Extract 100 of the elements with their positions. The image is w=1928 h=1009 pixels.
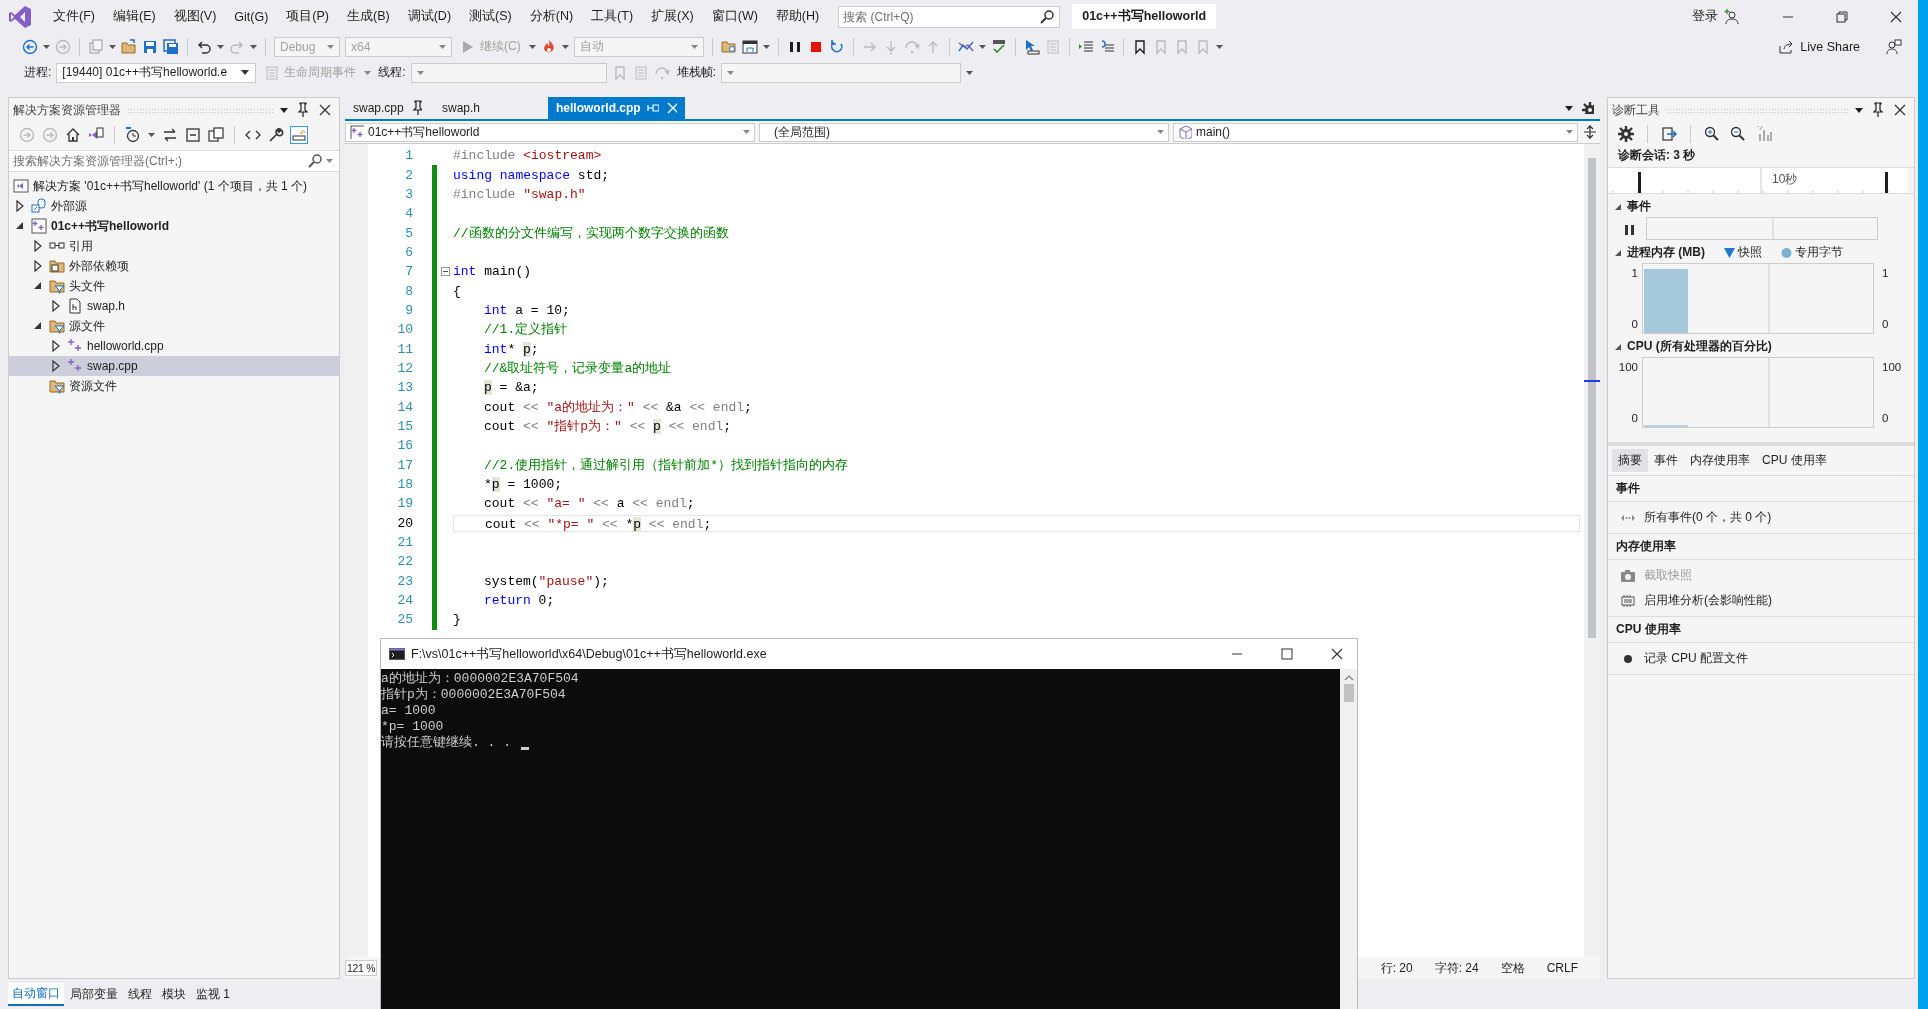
folder-search-icon[interactable]	[720, 38, 737, 55]
restore-icon[interactable]	[1834, 8, 1850, 25]
dropdown-icon[interactable]	[279, 106, 289, 114]
menu-item[interactable]: 调试(D)	[398, 5, 461, 28]
navigation-dropdown[interactable]: (全局范围)	[759, 122, 1169, 142]
summary-tab[interactable]: 内存使用率	[1684, 449, 1756, 472]
navigation-dropdown[interactable]: main()	[1173, 122, 1578, 142]
select-tool-icon[interactable]	[1661, 126, 1677, 142]
caret-icon[interactable]	[978, 44, 986, 49]
action-link[interactable]: 启用堆分析(会影响性能)	[1608, 588, 1914, 613]
window-tab[interactable]: 局部变量	[66, 983, 122, 1005]
pin-icon[interactable]	[295, 102, 311, 118]
window-tab[interactable]: 模块	[158, 983, 190, 1005]
settings-icon[interactable]	[1582, 102, 1594, 114]
copy-icon[interactable]	[208, 127, 224, 143]
summary-tab[interactable]: 事件	[1648, 449, 1684, 472]
indent-icon[interactable]	[1077, 38, 1094, 55]
open-folder-icon[interactable]	[121, 38, 137, 55]
caret-icon[interactable]	[217, 44, 224, 49]
tree-item[interactable]: helloworld.cpp	[9, 336, 339, 356]
summary-tab[interactable]: CPU 使用率	[1756, 449, 1833, 472]
tree-item[interactable]: 头文件	[9, 276, 339, 296]
browser-icon[interactable]	[741, 38, 758, 55]
menu-item[interactable]: 文件(F)	[44, 5, 104, 28]
menu-item[interactable]: 编辑(E)	[103, 5, 165, 28]
file-tab[interactable]: swap.cpp	[345, 97, 433, 119]
pin-icon[interactable]	[1870, 102, 1886, 118]
person-add-icon[interactable]	[1724, 8, 1740, 25]
tree-item[interactable]: 引用	[9, 236, 339, 256]
zoom-out-icon[interactable]	[1730, 126, 1746, 142]
caret-icon[interactable]	[561, 44, 569, 49]
collapse-all-icon[interactable]	[185, 127, 201, 143]
save-icon[interactable]	[142, 38, 158, 55]
cursor-icon[interactable]	[1023, 38, 1040, 55]
restart-icon[interactable]	[828, 38, 845, 55]
search-field[interactable]: 搜索 (Ctrl+Q)	[838, 5, 1061, 28]
caret-icon[interactable]	[109, 44, 116, 49]
dropdown-icon[interactable]	[1854, 106, 1864, 114]
tree-item[interactable]: 解决方案 '01c++书写helloworld' (1 个项目，共 1 个)	[9, 176, 339, 196]
file-tab[interactable]: swap.h	[434, 97, 547, 119]
app-logo[interactable]	[8, 4, 32, 29]
summary-tab[interactable]: 摘要	[1612, 449, 1648, 472]
caret-icon[interactable]	[250, 44, 257, 49]
scrollbar-thumb[interactable]	[1343, 684, 1354, 702]
caret-icon[interactable]	[762, 44, 770, 49]
caret-icon[interactable]	[364, 70, 372, 75]
caret-icon[interactable]	[966, 70, 974, 75]
caret-icon[interactable]	[43, 44, 50, 49]
process-dropdown[interactable]: [19440] 01c++书写helloworld.e	[56, 62, 257, 83]
menu-item[interactable]: 视图(V)	[164, 5, 226, 28]
scrollbar-thumb[interactable]	[1588, 158, 1596, 638]
tree-item[interactable]: swap.cpp	[9, 356, 339, 376]
scroll-up-icon[interactable]	[1343, 673, 1354, 681]
tree-item[interactable]: swap.h	[9, 296, 339, 316]
expanded-arrow-icon[interactable]	[1614, 202, 1622, 211]
sign-in-link[interactable]: 登录	[1692, 8, 1718, 25]
dropdown-icon[interactable]	[1564, 104, 1574, 112]
feedback-icon[interactable]	[1886, 38, 1902, 55]
maximize-icon[interactable]	[1279, 646, 1295, 662]
collapse-icon[interactable]	[440, 267, 450, 277]
scrollbar[interactable]	[1340, 669, 1357, 1009]
menu-item[interactable]: 测试(S)	[460, 5, 521, 28]
menu-item[interactable]: 窗口(W)	[702, 5, 767, 28]
preview-icon[interactable]	[291, 127, 307, 143]
wrench-icon[interactable]	[268, 127, 284, 143]
navigation-dropdown[interactable]: 01c++书写helloworld	[345, 122, 755, 142]
action-link[interactable]: 所有事件(0 个，共 0 个)	[1608, 505, 1914, 530]
save-all-icon[interactable]	[163, 38, 179, 55]
tree-item[interactable]: 资源文件	[9, 376, 339, 396]
sync-icon[interactable]	[162, 127, 178, 143]
window-tab[interactable]: 自动窗口	[8, 982, 64, 1006]
tree-item[interactable]: 外部源	[9, 196, 339, 216]
close-icon[interactable]	[317, 102, 333, 118]
tree-item[interactable]: 01c++书写helloworld	[9, 216, 339, 236]
tree-item[interactable]: 源文件	[9, 316, 339, 336]
settings-icon[interactable]	[1618, 126, 1634, 142]
caret-icon[interactable]	[148, 133, 155, 137]
close-icon[interactable]	[1329, 646, 1345, 662]
menu-item[interactable]: Git(G)	[225, 6, 278, 27]
spell-check-icon[interactable]	[990, 38, 1007, 55]
live-share-button[interactable]: Live Share	[1775, 36, 1863, 57]
caret-icon[interactable]	[528, 44, 536, 49]
menu-item[interactable]: 项目(P)	[277, 5, 338, 28]
zoom-level[interactable]: 121 %	[345, 960, 378, 976]
zoom-in-icon[interactable]	[1704, 126, 1720, 142]
menu-item[interactable]: 生成(B)	[338, 5, 399, 28]
history-icon[interactable]	[125, 127, 141, 143]
caret-icon[interactable]	[1215, 44, 1223, 49]
tree-item[interactable]: 外部依赖项	[9, 256, 339, 276]
home-icon[interactable]	[65, 127, 81, 143]
window-tab[interactable]: 监视 1	[192, 983, 234, 1005]
search-icon[interactable]	[307, 153, 323, 169]
undo-icon[interactable]	[196, 38, 212, 55]
search-field[interactable]: 搜索解决方案资源管理器(Ctrl+;)	[9, 150, 339, 172]
window-tab[interactable]: 线程	[124, 983, 156, 1005]
menu-item[interactable]: 工具(T)	[582, 5, 643, 28]
scrollbar[interactable]	[1584, 144, 1600, 957]
menu-item[interactable]: 扩展(X)	[642, 5, 703, 28]
menu-item[interactable]: 分析(N)	[520, 5, 583, 28]
close-icon[interactable]	[1892, 102, 1908, 118]
